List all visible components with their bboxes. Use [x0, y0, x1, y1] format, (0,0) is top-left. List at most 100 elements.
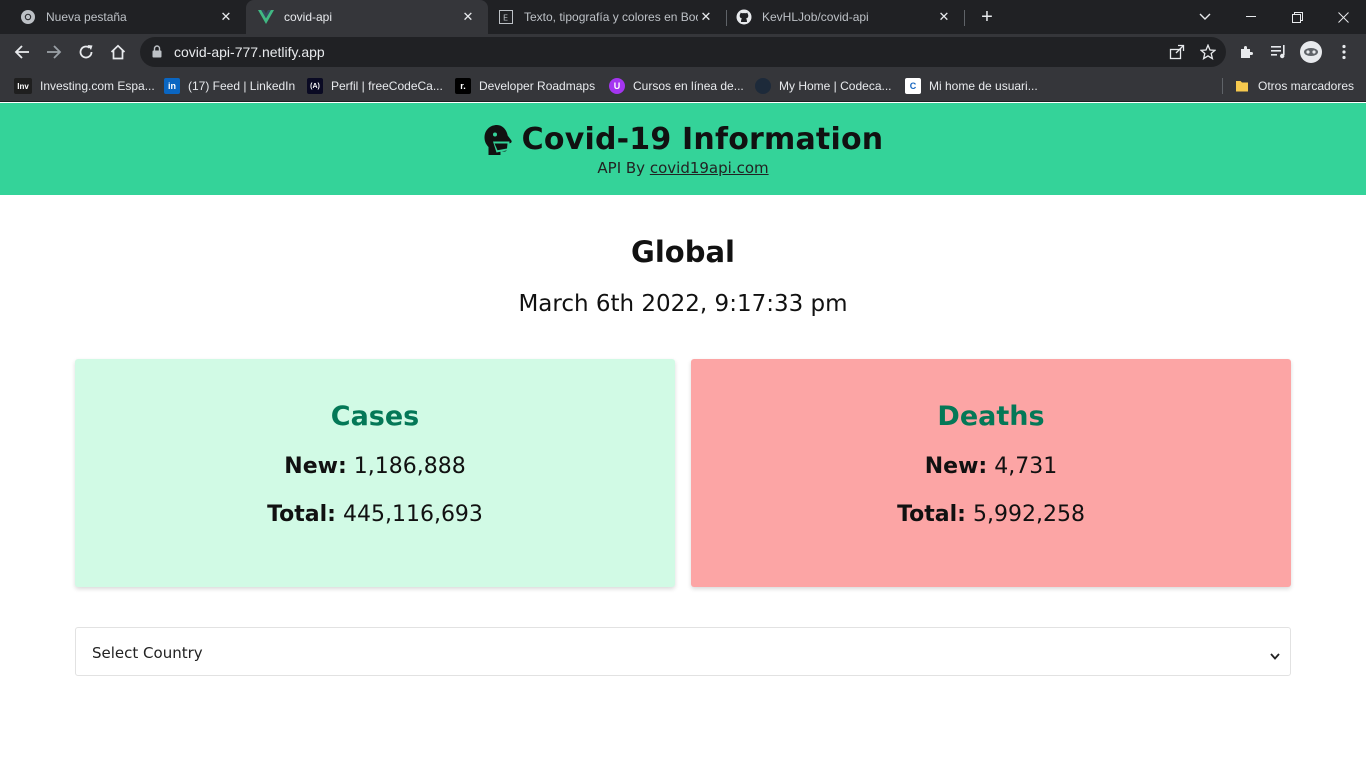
home-icon [110, 44, 126, 60]
chevron-down-icon [1270, 645, 1280, 664]
tab-github[interactable]: KevHLJob/covid-api ✕ [726, 0, 964, 34]
bookmark-label: My Home | Codeca... [779, 79, 892, 93]
back-button[interactable] [10, 40, 34, 64]
tab-title: Nueva pestaña [46, 10, 127, 24]
global-heading: Global [631, 235, 735, 269]
api-credit-prefix: API By [597, 159, 646, 177]
close-tab-icon[interactable]: ✕ [936, 9, 952, 25]
deaths-new-label: New: [924, 454, 988, 479]
cases-card: Cases New: 1,186,888 Total: 445,116,693 [75, 359, 675, 587]
tab-covid-api[interactable]: covid-api ✕ [246, 0, 488, 34]
forward-button[interactable] [42, 40, 66, 64]
page-icon: E [498, 9, 514, 25]
bookmark-freecodecamp[interactable]: (A) Perfil | freeCodeCa... [307, 70, 443, 102]
home-site-icon: C [905, 78, 921, 94]
svg-text:E: E [503, 14, 508, 23]
udemy-icon: U [609, 78, 625, 94]
new-tab-button[interactable]: + [976, 7, 998, 29]
bookmark-investing[interactable]: Inv Investing.com Espa... [14, 70, 155, 102]
bookmark-other[interactable]: Otros marcadores [1234, 70, 1354, 102]
bookmark-label: Mi home de usuari... [929, 79, 1038, 93]
cases-total-row: Total: 445,116,693 [75, 502, 675, 527]
bookmark-roadmaps[interactable]: r. Developer Roadmaps [455, 70, 595, 102]
bookmark-label: Otros marcadores [1258, 79, 1355, 93]
arrow-right-icon [47, 45, 62, 59]
bookmark-separator [1222, 78, 1223, 94]
avatar-icon [1304, 48, 1318, 56]
investing-icon: Inv [14, 78, 32, 94]
deaths-total-row: Total: 5,992,258 [691, 502, 1291, 527]
close-window-button[interactable] [1320, 0, 1366, 34]
media-control-icon[interactable] [1267, 40, 1291, 64]
browser-tab-bar: Nueva pestaña ✕ covid-api ✕ E Texto, tip… [0, 0, 1366, 34]
cases-new-value: 1,186,888 [353, 454, 466, 479]
cases-title: Cases [330, 401, 420, 432]
bookmark-label: Developer Roadmaps [479, 79, 596, 93]
tab-nueva-pestana[interactable]: Nueva pestaña ✕ [0, 0, 246, 34]
github-icon [736, 9, 752, 25]
tab-title: covid-api [284, 10, 333, 24]
bookmark-label: Cursos en línea de... [633, 79, 744, 93]
url-text: covid-api-777.netlify.app [174, 44, 325, 60]
home-button[interactable] [106, 40, 130, 64]
deaths-total-label: Total: [897, 502, 966, 527]
page-title: Covid-19 Information [0, 122, 1366, 157]
country-select[interactable]: Select Country [75, 627, 1291, 676]
bookmark-label: Investing.com Espa... [40, 79, 155, 93]
page-title-text: Covid-19 Information [521, 122, 884, 157]
roadmap-icon: r. [455, 78, 471, 94]
tab-separator [964, 10, 965, 26]
bookmark-label: Perfil | freeCodeCa... [331, 79, 443, 93]
chevron-down-icon [1199, 13, 1211, 20]
address-bar[interactable]: covid-api-777.netlify.app [140, 37, 1226, 67]
head-side-mask-icon [483, 124, 513, 156]
cases-total-value: 445,116,693 [342, 502, 483, 527]
cases-new-row: New: 1,186,888 [75, 454, 675, 479]
bookmark-linkedin[interactable]: in (17) Feed | LinkedIn [164, 70, 295, 102]
extensions-icon[interactable] [1235, 40, 1259, 64]
site-header: Covid-19 Information API By covid19api.c… [0, 103, 1366, 195]
tab-title: KevHLJob/covid-api [762, 10, 869, 24]
deaths-new-value: 4,731 [994, 454, 1058, 479]
bookmark-mi-home[interactable]: C Mi home de usuari... [905, 70, 1038, 102]
arrow-left-icon [14, 45, 29, 59]
bookmark-label: (17) Feed | LinkedIn [188, 79, 296, 93]
close-tab-icon[interactable]: ✕ [218, 9, 234, 25]
global-date: March 6th 2022, 9:17:33 pm [518, 291, 848, 317]
api-credit: API By covid19api.com [0, 159, 1366, 177]
menu-kebab-icon[interactable] [1332, 40, 1356, 64]
close-tab-icon[interactable]: ✕ [460, 9, 476, 25]
close-tab-icon[interactable]: ✕ [698, 9, 714, 25]
tab-texto-tipografia[interactable]: E Texto, tipografía y colores en Boo ✕ [488, 0, 726, 34]
restore-button[interactable] [1274, 0, 1320, 34]
cases-new-label: New: [284, 454, 347, 479]
browser-toolbar: covid-api-777.netlify.app [0, 34, 1366, 70]
vue-icon [258, 9, 274, 25]
page-content: Covid-19 Information API By covid19api.c… [0, 103, 1366, 768]
deaths-card: Deaths New: 4,731 Total: 5,992,258 [691, 359, 1291, 587]
deaths-title: Deaths [937, 401, 1045, 432]
bookmark-codecademy[interactable]: My Home | Codeca... [755, 70, 892, 102]
codecademy-icon [755, 78, 771, 94]
star-icon[interactable] [1199, 43, 1217, 61]
lock-icon [152, 45, 162, 63]
api-source-link[interactable]: covid19api.com [650, 159, 769, 177]
deaths-new-row: New: 4,731 [691, 454, 1291, 479]
country-select-value: Select Country [92, 644, 203, 662]
profile-avatar[interactable] [1300, 41, 1322, 63]
bookmarks-bar: Inv Investing.com Espa... in (17) Feed |… [0, 70, 1366, 102]
reload-icon [79, 45, 93, 59]
deaths-total-value: 5,992,258 [972, 502, 1085, 527]
reload-button[interactable] [74, 40, 98, 64]
linkedin-icon: in [164, 78, 180, 94]
share-icon[interactable] [1168, 43, 1186, 61]
folder-icon [1234, 78, 1250, 94]
minimize-icon [1246, 16, 1256, 17]
bookmark-udemy[interactable]: U Cursos en línea de... [609, 70, 744, 102]
restore-icon [1291, 11, 1303, 23]
minimize-button[interactable] [1228, 0, 1274, 34]
tab-search-button[interactable] [1182, 0, 1228, 34]
close-icon [1337, 11, 1349, 23]
tab-title: Texto, tipografía y colores en Boo [524, 10, 698, 24]
freecodecamp-icon: (A) [307, 78, 323, 94]
